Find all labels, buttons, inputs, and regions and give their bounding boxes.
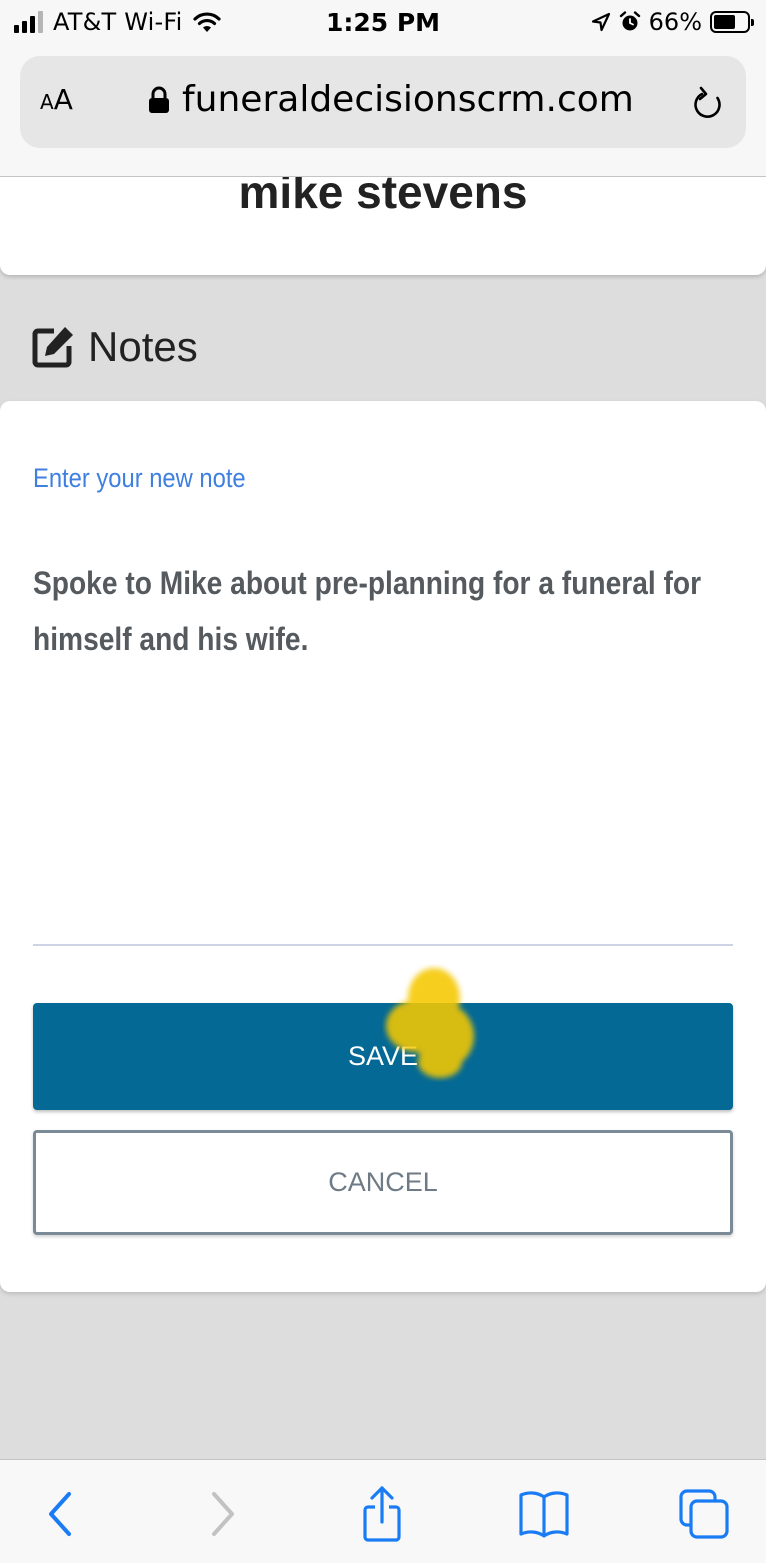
forward-icon	[212, 1492, 234, 1536]
text-size-large-label: A	[53, 83, 73, 116]
notes-title: Notes	[88, 323, 198, 370]
status-right: 66%	[591, 8, 754, 36]
back-button[interactable]	[30, 1484, 90, 1544]
back-icon	[49, 1492, 71, 1536]
lock-icon	[149, 86, 169, 113]
share-icon	[363, 1486, 401, 1542]
address-domain-group[interactable]: funeraldecisionscrm.com	[148, 78, 634, 122]
text-size-button[interactable]: AA	[40, 84, 73, 118]
browser-url-area: AA funeraldecisionscrm.com	[0, 50, 766, 177]
address-domain: funeraldecisionscrm.com	[182, 79, 634, 120]
note-field-underline	[33, 944, 733, 946]
contact-header-card: mike stevens	[0, 177, 766, 275]
share-button[interactable]	[352, 1484, 412, 1544]
save-button[interactable]: SAVE	[33, 1003, 733, 1110]
cancel-button[interactable]: CANCEL	[33, 1130, 733, 1235]
note-textarea[interactable]: Spoke to Mike about pre-planning for a f…	[33, 555, 728, 667]
forward-button[interactable]	[193, 1484, 253, 1544]
battery-percent: 66%	[648, 8, 702, 36]
notes-section-header: Notes	[30, 320, 198, 374]
edit-note-icon	[32, 327, 73, 368]
location-icon	[591, 12, 610, 32]
address-bar[interactable]: AA funeraldecisionscrm.com	[20, 56, 746, 148]
bookmarks-button[interactable]	[514, 1484, 574, 1544]
battery-icon	[710, 11, 754, 33]
status-bar: AT&T Wi-Fi 1:25 PM 66%	[0, 0, 766, 50]
text-size-small-label: A	[40, 90, 54, 114]
note-field-label: Enter your new note	[33, 463, 246, 493]
alarm-icon	[619, 11, 640, 31]
contact-name: mike stevens	[238, 177, 528, 218]
reload-icon[interactable]	[690, 84, 726, 124]
note-form-card: Enter your new note Spoke to Mike about …	[0, 401, 766, 1292]
browser-toolbar	[0, 1459, 766, 1563]
tabs-icon	[679, 1489, 729, 1539]
bookmarks-icon	[519, 1491, 569, 1538]
tabs-button[interactable]	[674, 1484, 734, 1544]
